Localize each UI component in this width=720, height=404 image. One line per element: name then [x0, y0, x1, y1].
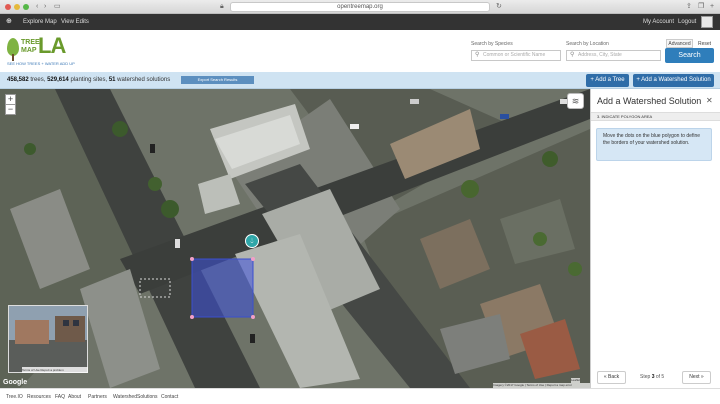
sv-report-link[interactable]: Report a problem [41, 368, 64, 372]
add-tree-button[interactable]: + Add a Tree [586, 74, 629, 87]
species-search-label: Search by Species [471, 41, 513, 47]
layers-icon[interactable]: ≋ [567, 93, 584, 109]
step-word: Step [640, 374, 651, 380]
google-logo: Google [3, 379, 28, 386]
step-current: 3 [651, 374, 655, 380]
add-watershed-label: Add a Watershed Solution [641, 77, 711, 83]
export-search-results-button[interactable]: Export Search Results [181, 76, 254, 84]
forward-arrow-icon[interactable]: › [44, 2, 46, 12]
footer-link-about[interactable]: About [68, 394, 81, 400]
footer-link-resources[interactable]: Resources [27, 394, 51, 400]
home-icon[interactable]: ⊕ [6, 18, 12, 26]
share-icon[interactable]: ⇪ [686, 2, 692, 12]
next-button[interactable]: Next » [682, 371, 711, 384]
address-bar[interactable]: opentreemap.org [230, 2, 490, 12]
reload-icon[interactable]: ↻ [496, 2, 502, 12]
street-view-image [9, 306, 87, 372]
planting-count: 529,614 [47, 77, 69, 83]
tree-trunk-logo [12, 54, 14, 61]
site-footer: Tree.IO Resources FAQ About Partners Wat… [0, 388, 720, 404]
trees-count: 458,582 [7, 77, 29, 83]
nav-logout[interactable]: Logout [678, 18, 696, 26]
footer-link-watershed-solutions[interactable]: WatershedSolutions [113, 394, 158, 400]
zoom-out-button[interactable]: − [5, 104, 16, 115]
tabs-icon[interactable]: ❐ [698, 2, 704, 12]
lock-icon: 🔒︎ [220, 3, 224, 10]
location-placeholder: Address, City, State [578, 52, 622, 58]
site-top-nav: ⊕ Explore Map View Edits My Account Logo… [0, 14, 720, 30]
water-drop-marker-icon[interactable]: 💧︎ [245, 234, 259, 248]
new-tab-icon[interactable]: + [710, 2, 714, 12]
step-indicator: Step 3 of 5 [640, 374, 664, 381]
back-arrow-icon[interactable]: ‹ [36, 2, 38, 12]
nav-view-edits[interactable]: View Edits [61, 18, 89, 26]
leaflet-link[interactable]: Leaflet [571, 378, 581, 383]
planting-label: planting sites, [70, 77, 108, 83]
add-watershed-button[interactable]: + Add a Watershed Solution [633, 74, 714, 87]
street-view-thumbnail[interactable] [8, 305, 88, 373]
instructions-box: Move the dots on the blue polygon to def… [596, 128, 712, 161]
browser-toolbar: ‹ › ▭ 🔒︎ opentreemap.org ↻ ⇪ ❐ + [0, 0, 720, 14]
satellite-imagery [0, 89, 590, 388]
reset-search-button[interactable]: Reset [695, 39, 714, 48]
sv-terms-link[interactable]: Terms of Use [22, 368, 40, 372]
nav-explore-map[interactable]: Explore Map [23, 18, 57, 26]
minimize-window-icon[interactable] [14, 4, 20, 10]
location-pin-icon: ⚲ [570, 52, 575, 58]
map-canvas[interactable] [0, 89, 590, 388]
location-search-input[interactable]: ⚲ Address, City, State [566, 50, 661, 61]
close-window-icon[interactable] [5, 4, 11, 10]
street-view-caption: Terms of Use Report a problem [22, 367, 88, 373]
user-avatar[interactable] [701, 16, 713, 28]
footer-link-contact[interactable]: Contact [161, 394, 178, 400]
panel-title: Add a Watershed Solution [597, 96, 702, 106]
footer-link-treeio[interactable]: Tree.IO [6, 394, 23, 400]
species-search-input[interactable]: ⚲ Common or Scientific Name [471, 50, 561, 61]
species-placeholder: Common or Scientific Name [483, 52, 546, 58]
watershed-label: watershed solutions [117, 77, 171, 83]
nav-my-account[interactable]: My Account [643, 18, 674, 26]
map-stats: 458,582 trees, 529,614 planting sites, 5… [7, 76, 170, 84]
logo-la: LA [38, 33, 66, 58]
trees-label: trees, [30, 77, 46, 83]
back-button[interactable]: « Back [597, 371, 626, 384]
search-icon: ⚲ [475, 52, 480, 58]
sidebar-icon[interactable]: ▭ [54, 2, 61, 12]
watershed-count: 51 [108, 77, 116, 83]
add-tree-label: Add a Tree [595, 77, 625, 83]
logo-tagline: SEE HOW TREES + WATER ADD UP [7, 61, 75, 66]
search-button[interactable]: Search [665, 48, 714, 63]
step-header: 3. INDICATE POLYGON AREA [591, 112, 720, 121]
advanced-search-button[interactable]: Advanced [666, 39, 693, 48]
location-search-label: Search by Location [566, 41, 609, 47]
footer-link-partners[interactable]: Partners [88, 394, 107, 400]
close-icon[interactable]: ✕ [706, 95, 713, 106]
step-total: of 5 [655, 374, 665, 380]
maximize-window-icon[interactable] [23, 4, 29, 10]
footer-link-faq[interactable]: FAQ [55, 394, 65, 400]
